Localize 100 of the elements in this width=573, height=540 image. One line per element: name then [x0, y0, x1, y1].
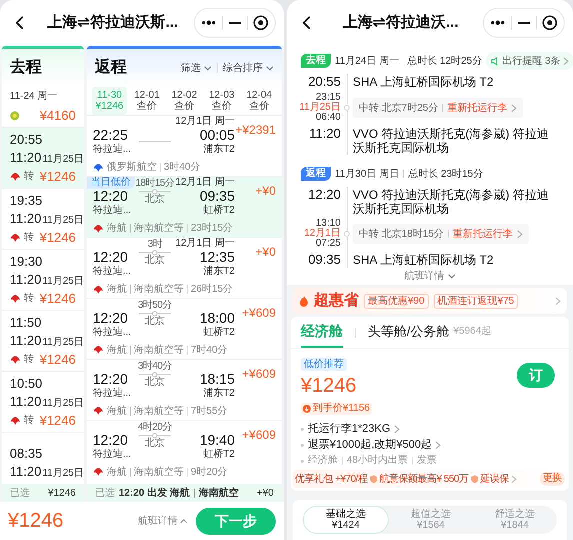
flight-duration: 3时40分: [164, 160, 201, 175]
insurance-item: 航意保额最高¥ 550万: [380, 472, 469, 486]
transfer-label: 转: [24, 292, 34, 306]
chevron-down-icon: [204, 66, 212, 70]
stop-duration: 4时20分: [138, 422, 172, 432]
arrival-terminal: 浦东T2: [203, 144, 235, 156]
service-note: 经济舱: [308, 454, 338, 468]
net-price-tag: 到手价¥1156: [301, 403, 372, 415]
flight-details-link[interactable]: 航班详情: [138, 514, 188, 528]
transfer-text: 中转 北京7时25分: [359, 102, 438, 116]
price: +¥609: [242, 366, 276, 380]
arrival-time: 13:10: [316, 219, 341, 229]
insurance-item: 延误保: [480, 472, 510, 486]
price: ¥1246: [40, 290, 76, 306]
airline-logo-icon: [10, 294, 21, 304]
date-tab[interactable]: 12-03 查价: [204, 87, 240, 115]
chevron-down-icon: [448, 274, 456, 279]
airline-logo-icon: [10, 354, 21, 364]
route-line-icon: [139, 140, 171, 144]
date-tab[interactable]: 12-04 查价: [242, 87, 278, 115]
close-button[interactable]: [252, 15, 269, 31]
next-day-date: 11月25日: [299, 103, 341, 113]
airline-logo-icon: [10, 172, 21, 182]
arrival-terminal: 浦东T2: [203, 266, 235, 278]
departure-time: 07:25: [316, 239, 341, 249]
price: ¥1246: [301, 375, 357, 397]
flight-duration: 7时55分: [191, 404, 228, 418]
transfer-label: 转: [24, 352, 34, 366]
minimize-button[interactable]: [516, 21, 531, 25]
chevron-right-icon: [511, 474, 518, 484]
departure-time: 12:20: [93, 310, 130, 326]
stop-city: 北京: [145, 378, 165, 388]
offer-tag: 最高优惠¥90: [364, 294, 429, 308]
travel-reminder-button[interactable]: 出行提醒 3条: [486, 52, 573, 70]
arrival-time: 18:00: [200, 310, 235, 326]
operator-name: 海南航空: [199, 486, 240, 500]
arrival-date: 12月1日 周一: [176, 239, 235, 249]
chevron-right-icon: [511, 104, 518, 112]
arrival-time: 19:40: [200, 432, 235, 448]
departure-airport: 符拉迪...: [93, 266, 132, 278]
airport-name: VVO 符拉迪沃斯托克(海参崴) 符拉迪沃斯托克国际机场: [353, 187, 550, 216]
departure-time: 12:20: [93, 249, 130, 266]
stop-city: 北京: [145, 256, 165, 266]
down-arrow-icon: [303, 405, 311, 413]
flight-summary: 12:20 出发 海航: [119, 486, 190, 500]
price: ¥1246: [40, 168, 76, 184]
airline-name: 海航: [107, 404, 127, 418]
more-button[interactable]: [201, 20, 218, 26]
stopover-line-icon: [139, 432, 171, 438]
operator-name: 海南航空等: [134, 344, 184, 358]
flight-option[interactable]: 20:55 11:2011月25日 转 ¥1246: [2, 127, 84, 188]
departure-time: 12:20: [93, 370, 130, 388]
stop-duration: 3时50分: [138, 300, 172, 310]
date-tab[interactable]: 12-02 查价: [166, 87, 202, 115]
badge: 当日低价: [87, 177, 135, 189]
sort-button[interactable]: 综合排序: [223, 60, 274, 76]
timeline-dot-icon: [344, 105, 350, 111]
departure-time: 10:50: [10, 376, 44, 392]
bundle-tab[interactable]: 基础之选 ¥1424: [303, 506, 389, 534]
price: +¥2391: [236, 123, 276, 137]
departure-time: 19:30: [10, 254, 44, 270]
arrival-terminal: 浦东T2: [203, 388, 235, 400]
stopover-line-icon: [139, 310, 171, 316]
flight-duration: 7时40分: [191, 344, 228, 358]
arrival-time: 18:15: [200, 370, 235, 388]
minimize-icon: [516, 21, 531, 25]
departure-time: 08:35: [10, 446, 44, 462]
policy-link[interactable]: 退票¥1000起,改期¥500起: [308, 438, 442, 453]
stop-city: 北京: [145, 195, 165, 205]
arrival-time: 12:35: [200, 249, 235, 266]
cabin-tab[interactable]: 头等舱/公务舱 ¥5964起: [368, 317, 492, 348]
date-label: 11-24 周一: [9, 90, 59, 104]
filter-button[interactable]: 筛选: [181, 60, 212, 76]
close-button[interactable]: [542, 15, 558, 31]
stopover-line-icon: [139, 372, 171, 378]
operator-name: 海南航空等: [134, 404, 184, 418]
price: +¥609: [242, 428, 276, 442]
arrival-terminal: 虹桥T2: [203, 326, 235, 338]
policy-link[interactable]: 托运行李1*23KG: [308, 422, 400, 437]
transfer-label: 转: [24, 170, 34, 184]
speaker-icon: [491, 56, 500, 66]
more-button[interactable]: [490, 20, 506, 26]
baggage-notice: 重新托运行李: [447, 102, 508, 116]
arrival-terminal: 虹桥T2: [203, 448, 235, 460]
minimize-button[interactable]: [228, 21, 242, 25]
window-title: 上海⇌符拉迪沃...: [342, 12, 460, 33]
airline-name: 海航: [107, 466, 127, 480]
flight-details-link[interactable]: 航班详情: [404, 269, 456, 284]
date-tab[interactable]: 12-01 查价: [129, 87, 165, 115]
flight-option[interactable]: 当日低价 12:20 符拉迪... 18时15分 北京 12月1日 周一 09:35 虹桥T2 +¥0 海航 海南航空等 23时15分: [87, 176, 282, 237]
arrival-time: 11:20: [10, 150, 42, 166]
selected-label: 已选: [95, 486, 115, 500]
arrival-time: 23:15: [316, 93, 341, 103]
arrival-date: 11月25日: [42, 274, 84, 288]
stop-duration: 3时40分: [138, 362, 172, 372]
leg-tag: 返程: [301, 167, 331, 181]
close-icon: [542, 15, 558, 31]
service-note: 发票: [417, 454, 438, 468]
price: +¥0: [256, 245, 276, 259]
lowest-price: ¥4160: [40, 107, 76, 126]
